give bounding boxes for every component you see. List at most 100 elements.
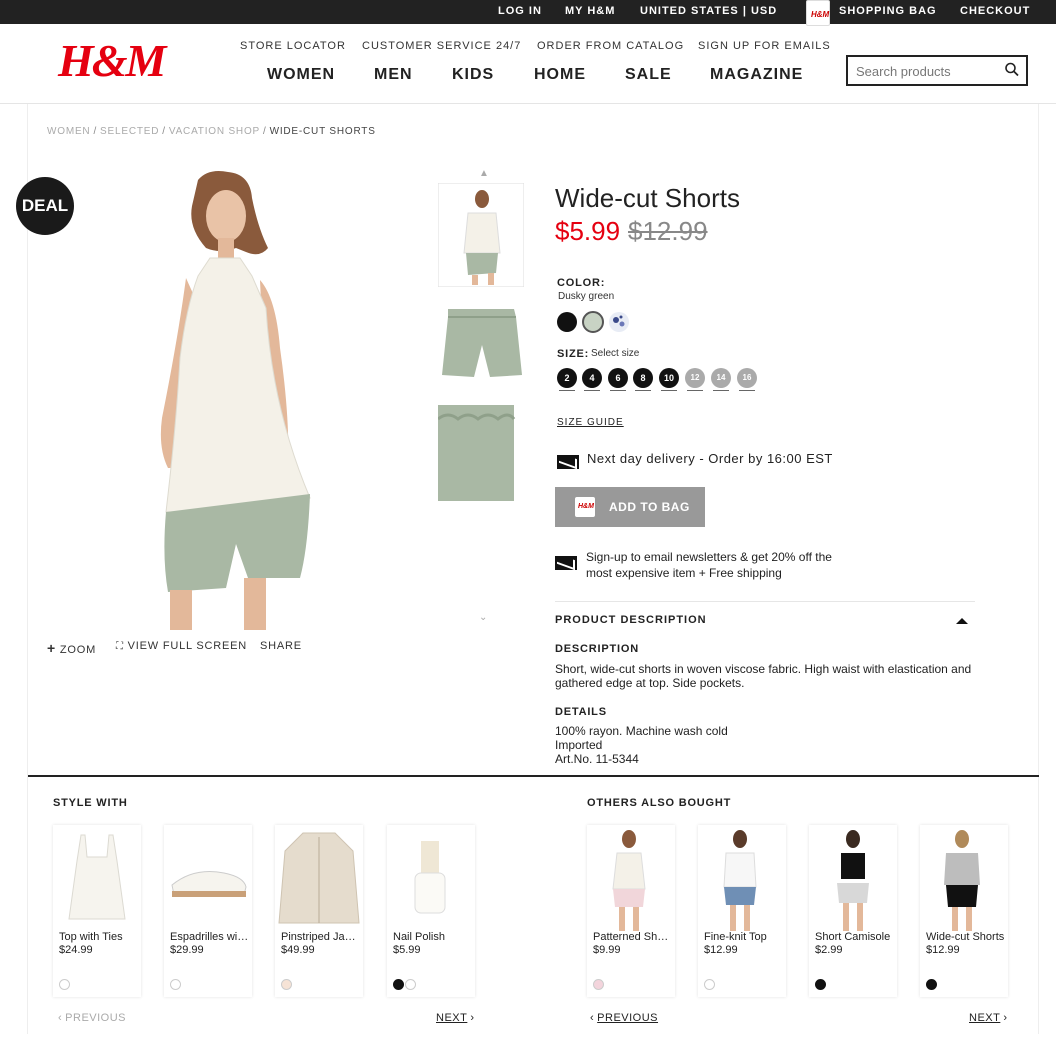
signup-emails-link[interactable]: SIGN UP FOR EMAILS [698, 40, 831, 52]
add-to-bag-button[interactable]: H&M ADD TO BAG [555, 487, 705, 527]
others-bought-card[interactable]: Short Camisole $2.99 [809, 825, 897, 997]
nav-kids[interactable]: KIDS [452, 66, 494, 84]
fullscreen-button[interactable]: ⛶ VIEW FULL SCREEN [116, 640, 247, 652]
hm-logo[interactable]: H&M [58, 34, 166, 87]
product-title: Wide-cut Shorts [555, 183, 740, 213]
size-2-label: 2 [564, 373, 570, 383]
thumbs-down-arrow-icon[interactable]: ⌄ [479, 612, 487, 623]
top-utility-bar: LOG IN MY H&M UNITED STATES | USD H&M SH… [0, 0, 1056, 26]
size-guide-link[interactable]: SIZE GUIDE [557, 417, 624, 428]
add-to-bag-label: ADD TO BAG [609, 500, 690, 514]
my-hm-link[interactable]: MY H&M [565, 5, 615, 17]
product-price: $12.99 [704, 944, 738, 956]
size-4-label: 4 [589, 373, 595, 383]
store-locator-link[interactable]: STORE LOCATOR [240, 40, 346, 52]
color-dot[interactable] [170, 979, 181, 990]
product-main-image[interactable] [140, 168, 320, 630]
nav-sale[interactable]: SALE [625, 66, 672, 84]
others-bought-previous[interactable]: ‹ PREVIOUS [587, 1012, 658, 1024]
color-dot[interactable] [593, 979, 604, 990]
product-description-toggle[interactable]: PRODUCT DESCRIPTION [555, 614, 707, 626]
style-with-card[interactable]: Pinstriped Jacket $49.99 [275, 825, 363, 997]
section-separator [28, 775, 1039, 777]
breadcrumb-vacation-shop[interactable]: VACATION SHOP [169, 126, 260, 137]
nav-magazine[interactable]: MAGAZINE [710, 66, 803, 84]
next-label: NEXT [969, 1012, 1001, 1024]
previous-label: PREVIOUS [597, 1012, 659, 1024]
size-10[interactable]: 10 [659, 368, 679, 391]
thumbs-up-arrow-icon[interactable]: ▲ [479, 168, 489, 179]
product-price: $5.99 [393, 944, 421, 956]
customer-service-link[interactable]: CUSTOMER SERVICE 24/7 [362, 40, 521, 52]
style-with-card[interactable]: Top with Ties $24.99 [53, 825, 141, 997]
login-link[interactable]: LOG IN [498, 5, 542, 17]
share-button[interactable]: SHARE [260, 640, 302, 652]
region-selector[interactable]: UNITED STATES | USD [640, 5, 777, 17]
details-line-3: Art.No. 11-5344 [555, 752, 639, 766]
color-dot[interactable] [281, 979, 292, 990]
size-4[interactable]: 4 [582, 368, 602, 391]
style-with-card[interactable]: Espadrilles with... $29.99 [164, 825, 252, 997]
size-14[interactable]: 14 [711, 368, 731, 391]
nav-men[interactable]: MEN [374, 66, 413, 84]
breadcrumb-current: WIDE-CUT SHORTS [269, 126, 376, 137]
product-name: Patterned Shorts [593, 931, 673, 943]
breadcrumb-selected[interactable]: SELECTED [100, 126, 159, 137]
thumbnail-model[interactable] [438, 183, 524, 287]
size-12[interactable]: 12 [685, 368, 705, 391]
size-8[interactable]: 8 [633, 368, 653, 391]
color-dot[interactable] [704, 979, 715, 990]
site-header: H&M STORE LOCATOR CUSTOMER SERVICE 24/7 … [0, 24, 1056, 104]
swatch-floral[interactable] [609, 312, 629, 332]
nav-women[interactable]: WOMEN [267, 66, 335, 84]
details-label: DETAILS [555, 706, 607, 718]
others-bought-next[interactable]: NEXT › [969, 1012, 1011, 1024]
nav-home[interactable]: HOME [534, 66, 586, 84]
fullscreen-icon: ⛶ [116, 641, 124, 652]
breadcrumb-women[interactable]: WOMEN [47, 126, 90, 137]
style-with-previous[interactable]: ‹ PREVIOUS [55, 1012, 126, 1024]
product-image [612, 830, 646, 931]
thumbnail-shorts-detail[interactable] [438, 405, 524, 501]
product-name: Espadrilles with... [170, 931, 250, 943]
product-name: Pinstriped Jacket [281, 931, 361, 943]
zoom-button[interactable]: + ZOOM [47, 640, 96, 656]
style-with-next[interactable]: NEXT › [436, 1012, 478, 1024]
size-6[interactable]: 6 [608, 368, 628, 391]
color-dot[interactable] [926, 979, 937, 990]
search-input[interactable] [856, 62, 1006, 80]
search-box [846, 55, 1028, 86]
collapse-caret-icon[interactable] [956, 618, 968, 624]
others-bought-card[interactable]: Fine-knit Top $12.99 [698, 825, 786, 997]
shopping-bag-icon: H&M [575, 497, 595, 517]
checkout-link[interactable]: CHECKOUT [960, 5, 1030, 17]
zoom-label: ZOOM [59, 644, 97, 656]
others-bought-card[interactable]: Wide-cut Shorts $12.99 [920, 825, 1008, 997]
details-line-2: Imported [555, 738, 603, 752]
swatch-dusky-green[interactable] [582, 311, 604, 333]
color-dot[interactable] [405, 979, 416, 990]
breadcrumb: WOMEN / SELECTED / VACATION SHOP / WIDE-CUT SH… [47, 126, 376, 137]
shopping-bag-link[interactable]: SHOPPING BAG [839, 5, 937, 17]
size-14-label: 14 [716, 373, 726, 382]
fullscreen-label: VIEW FULL SCREEN [127, 640, 248, 652]
shopping-bag-icon[interactable]: H&M [806, 0, 830, 26]
order-catalog-link[interactable]: ORDER FROM CATALOG [537, 40, 684, 52]
color-dot[interactable] [815, 979, 826, 990]
style-with-card[interactable]: Nail Polish $5.99 [387, 825, 475, 997]
size-16[interactable]: 16 [737, 368, 757, 391]
thumbnail-shorts-flat[interactable] [438, 305, 524, 381]
newsletter-envelope-icon [555, 556, 577, 570]
size-2[interactable]: 2 [557, 368, 577, 391]
product-image [837, 830, 869, 931]
others-bought-card[interactable]: Patterned Shorts $9.99 [587, 825, 675, 997]
size-6-label: 6 [615, 373, 621, 383]
original-price: $12.99 [628, 216, 708, 246]
newsletter-promo[interactable]: Sign-up to email newsletters & get 20% o… [586, 549, 846, 581]
search-icon[interactable] [1004, 61, 1020, 79]
swatch-black[interactable] [557, 312, 577, 332]
color-dot[interactable] [393, 979, 404, 990]
color-dot[interactable] [59, 979, 70, 990]
floral-pattern-icon [613, 315, 625, 327]
product-price: $9.99 [593, 944, 621, 956]
